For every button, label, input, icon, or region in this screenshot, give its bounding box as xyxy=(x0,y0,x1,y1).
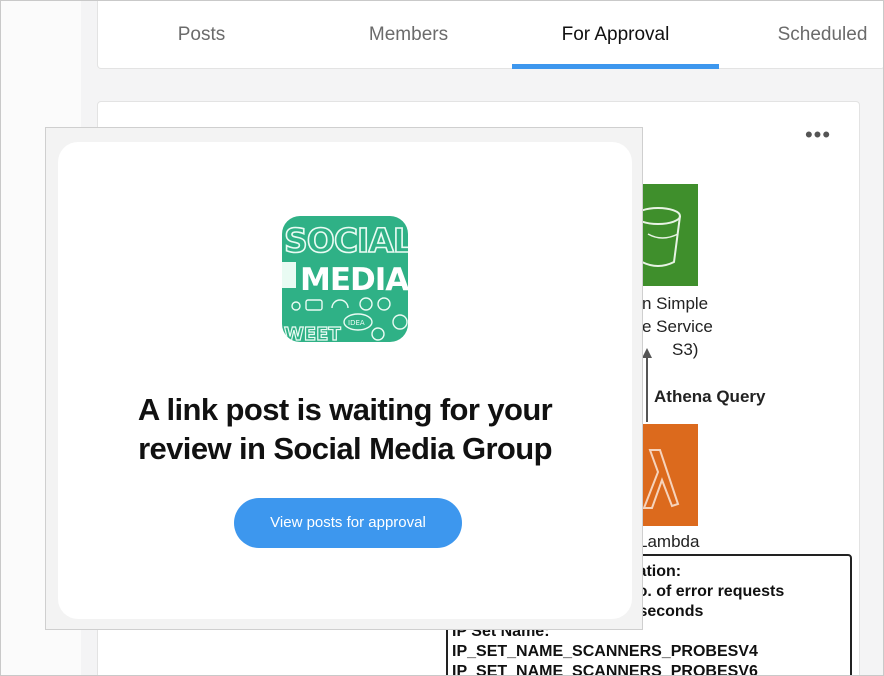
more-options-button[interactable]: ••• xyxy=(798,124,838,150)
social-media-group-logo: SOCIAL MEDIA IDEA WEET xyxy=(282,216,408,342)
active-tab-indicator xyxy=(512,64,719,69)
athena-query-label: Athena Query xyxy=(654,387,766,406)
s3-service-label: n Simple e Service S3) xyxy=(642,294,713,359)
logo-bottom-text: WEET xyxy=(284,324,341,342)
arrow-line xyxy=(646,354,648,422)
logo-small-text: IDEA xyxy=(348,319,365,327)
logo-main-text: MEDIA xyxy=(300,262,408,298)
tab-for-approval-label: For Approval xyxy=(561,24,670,45)
tab-members[interactable]: Members xyxy=(305,1,512,69)
app-window: Posts Members For Approval Scheduled n S… xyxy=(0,0,884,676)
tab-for-approval[interactable]: For Approval xyxy=(512,1,719,69)
approval-message: A link post is waiting for your review i… xyxy=(137,392,553,466)
approval-modal: SOCIAL MEDIA IDEA WEET A link post is wa… xyxy=(58,142,632,619)
lambda-label: Lambda xyxy=(638,532,700,551)
group-tabs: Posts Members For Approval Scheduled xyxy=(97,1,883,69)
approval-modal-backdrop: SOCIAL MEDIA IDEA WEET A link post is wa… xyxy=(45,127,643,630)
logo-top-text: SOCIAL xyxy=(284,221,408,260)
view-posts-for-approval-button[interactable]: View posts for approval xyxy=(234,498,462,548)
tab-scheduled[interactable]: Scheduled xyxy=(719,1,883,69)
more-horizontal-icon: ••• xyxy=(804,122,832,147)
tab-posts[interactable]: Posts xyxy=(98,1,305,69)
